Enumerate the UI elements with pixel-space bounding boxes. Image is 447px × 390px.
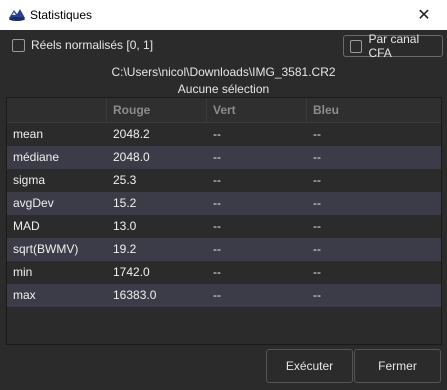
cell-blue: -- xyxy=(313,242,321,256)
table-row: médiane 2048.0 -- -- xyxy=(7,146,441,169)
table-header: Rouge Vert Bleu xyxy=(7,98,441,123)
table-row: mean 2048.2 -- -- xyxy=(7,123,441,146)
cell-blue: -- xyxy=(313,265,321,279)
cell-red: 1742.0 xyxy=(113,265,150,279)
table-row: sqrt(BWMV) 19.2 -- -- xyxy=(7,238,441,261)
header-red[interactable]: Rouge xyxy=(107,98,207,122)
table-row: MAD 13.0 -- -- xyxy=(7,215,441,238)
cell-red: 16383.0 xyxy=(113,288,157,302)
cell-green: -- xyxy=(213,150,221,164)
cell-red: 2048.2 xyxy=(113,127,150,141)
title-bar: Statistiques ✕ xyxy=(0,0,447,30)
normalized-option[interactable]: Réels normalisés [0, 1] xyxy=(12,38,153,52)
cfa-toggle-button[interactable]: Par canal CFA xyxy=(343,32,443,60)
cell-red: 13.0 xyxy=(113,219,137,233)
run-button[interactable]: Exécuter xyxy=(266,349,353,383)
cell-green: -- xyxy=(213,265,221,279)
table-row: sigma 25.3 -- -- xyxy=(7,169,441,192)
normalized-checkbox[interactable] xyxy=(12,38,25,52)
row-label: avgDev xyxy=(13,196,54,210)
cell-green: -- xyxy=(213,219,221,233)
row-label: MAD xyxy=(13,219,40,233)
cell-green: -- xyxy=(213,288,221,302)
cell-green: -- xyxy=(213,127,221,141)
statistics-table: Rouge Vert Bleu mean 2048.2 -- -- médian… xyxy=(6,97,442,345)
selection-status: Aucune sélection xyxy=(177,82,270,96)
cfa-checkbox[interactable] xyxy=(350,39,363,53)
close-button[interactable]: Fermer xyxy=(354,349,441,383)
header-green[interactable]: Vert xyxy=(207,98,307,122)
cell-green: -- xyxy=(213,173,221,187)
cell-green: -- xyxy=(213,242,221,256)
cfa-label: Par canal CFA xyxy=(368,32,420,60)
cell-blue: -- xyxy=(313,219,321,233)
cell-blue: -- xyxy=(313,288,321,302)
header-label xyxy=(7,98,107,122)
table-row: avgDev 15.2 -- -- xyxy=(7,192,441,215)
row-label: sigma xyxy=(13,173,46,187)
row-label: mean xyxy=(13,127,44,141)
cell-green: -- xyxy=(213,196,221,210)
cell-red: 15.2 xyxy=(113,196,137,210)
cell-blue: -- xyxy=(313,196,321,210)
cell-blue: -- xyxy=(313,127,321,141)
row-label: max xyxy=(13,288,36,302)
cell-red: 2048.0 xyxy=(113,150,150,164)
row-label: sqrt(BWMV) xyxy=(13,242,79,256)
window-title: Statistiques xyxy=(30,8,93,22)
row-label: médiane xyxy=(13,150,60,164)
row-label: min xyxy=(13,265,33,279)
file-path: C:\Users\nicol\Downloads\IMG_3581.CR2 xyxy=(111,65,336,79)
table-row: min 1742.0 -- -- xyxy=(7,261,441,284)
cell-blue: -- xyxy=(313,173,321,187)
cell-red: 25.3 xyxy=(113,173,137,187)
close-icon[interactable]: ✕ xyxy=(401,0,447,30)
app-icon xyxy=(8,6,26,22)
cell-blue: -- xyxy=(313,150,321,164)
cell-red: 19.2 xyxy=(113,242,137,256)
header-blue[interactable]: Bleu xyxy=(307,98,441,122)
normalized-label: Réels normalisés [0, 1] xyxy=(31,38,154,52)
table-row: max 16383.0 -- -- xyxy=(7,284,441,307)
